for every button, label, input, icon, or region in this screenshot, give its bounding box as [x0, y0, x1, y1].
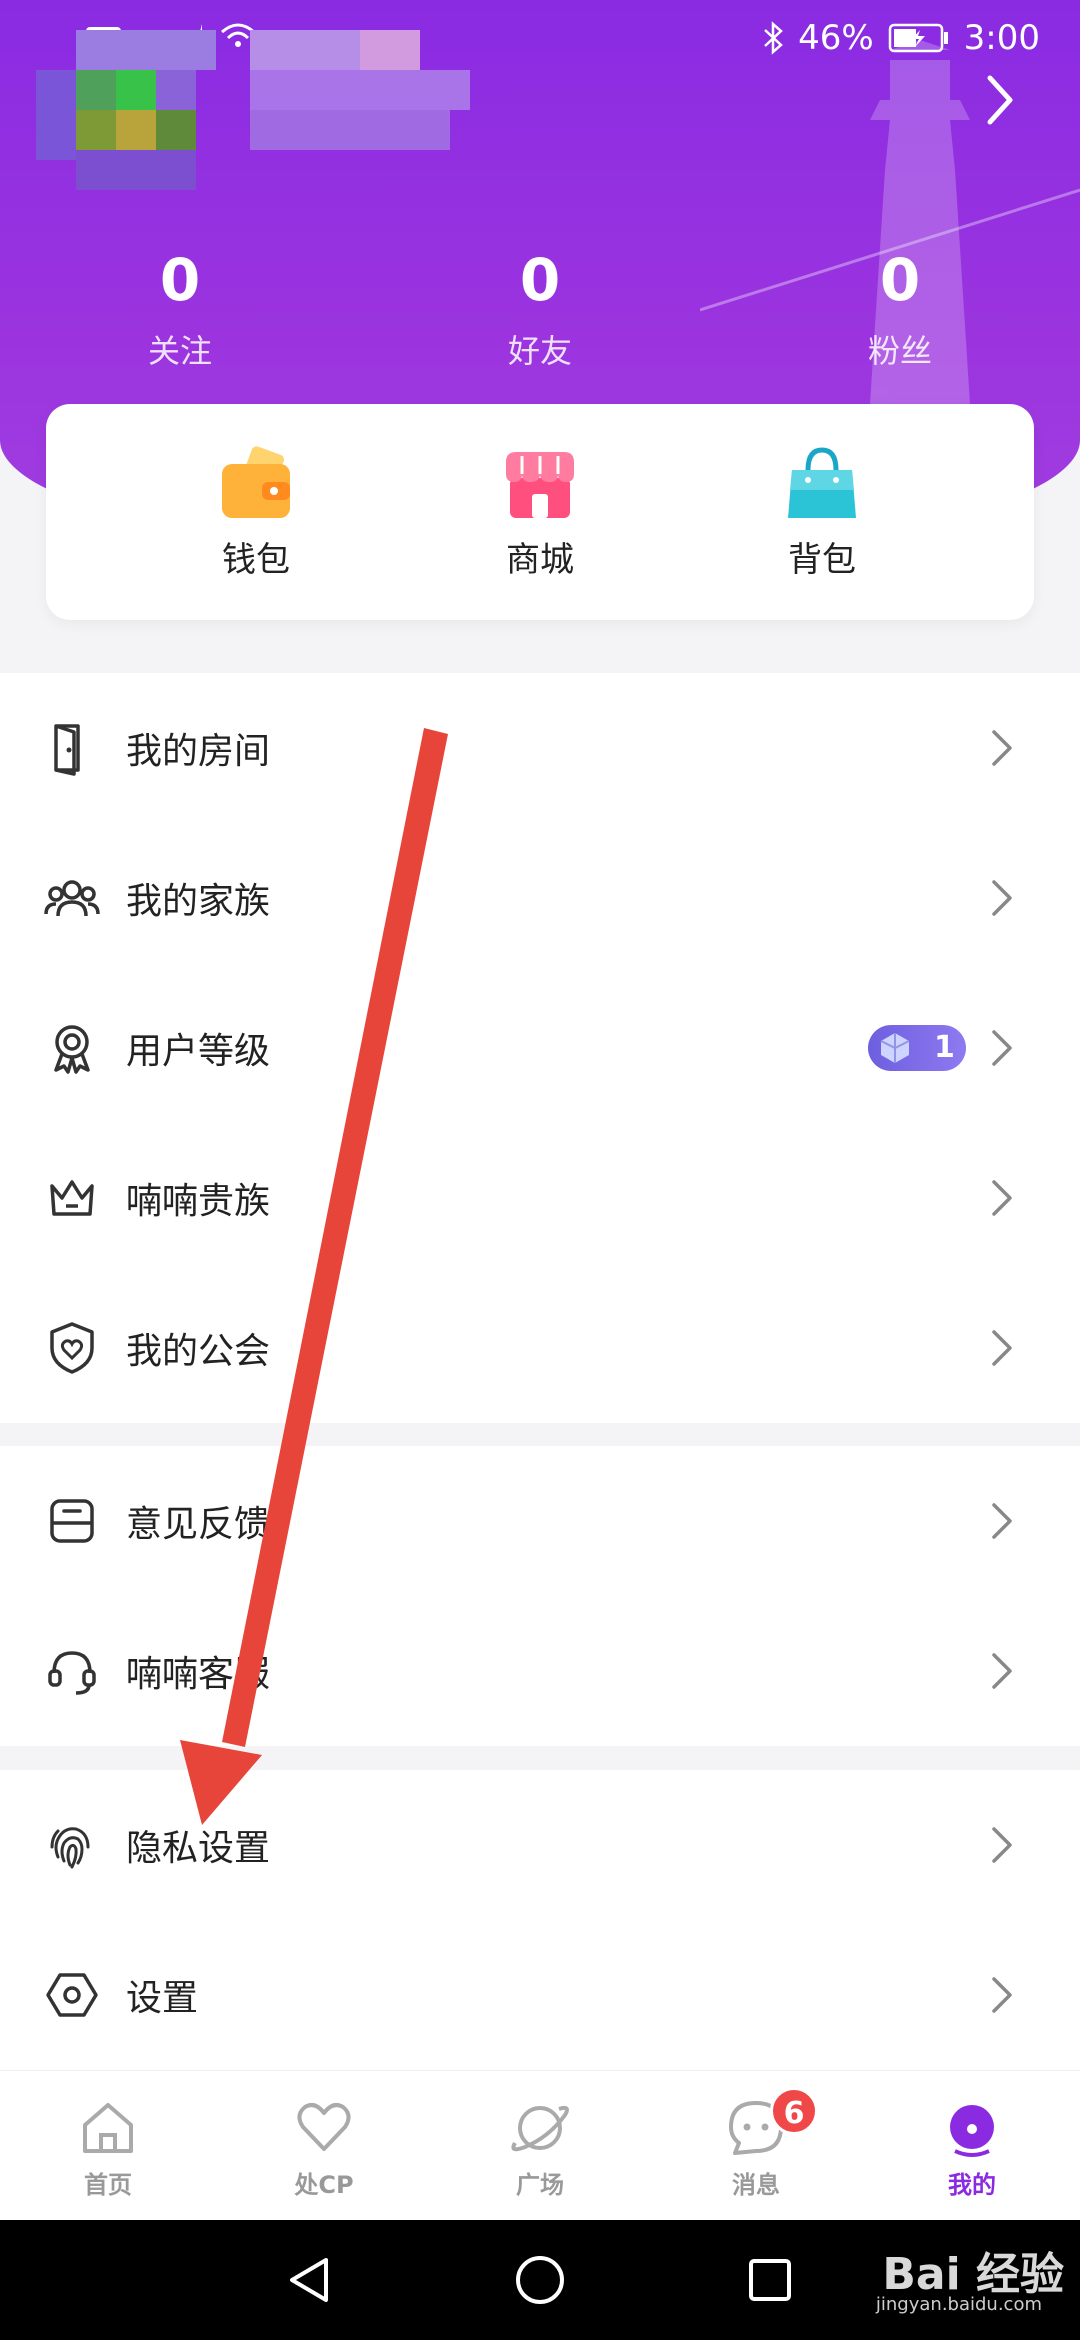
watermark-url: jingyan.baidu.com [875, 2294, 1042, 2315]
planet-icon [511, 2105, 569, 2152]
profile-icon [950, 2105, 994, 2157]
chevron-right-icon [992, 1977, 1012, 2013]
status-right: 46% 3:00 [762, 18, 1040, 58]
heart-icon [297, 2103, 351, 2151]
nav-mine[interactable]: 我的 [882, 2097, 1062, 2200]
chevron-right-icon [992, 1653, 1012, 1689]
quick-wallet-label: 钱包 [222, 540, 290, 580]
home-button-icon[interactable] [512, 2252, 568, 2308]
nav-messages-label: 消息 [732, 2171, 780, 2199]
gear-icon [46, 1973, 98, 2017]
level-badge: 1 [868, 1025, 966, 1071]
stat-friends-label: 好友 [507, 332, 572, 370]
stat-fans-label: 粉丝 [867, 332, 932, 370]
clock: 3:00 [963, 18, 1040, 58]
door-icon [54, 724, 80, 776]
nav-cp[interactable]: 处CP [234, 2097, 414, 2200]
menu-item-label: 我的公会 [126, 1331, 271, 1372]
menu-item-feedback[interactable]: 意见反馈 [0, 1446, 1080, 1596]
quick-shop[interactable]: 商城 [440, 444, 640, 581]
menu-item-my-family[interactable]: 我的家族 [0, 823, 1080, 973]
unread-badge: 6 [770, 2087, 818, 2135]
chevron-right-icon [992, 1503, 1012, 1539]
menu-item-label: 我的家族 [126, 881, 271, 922]
nav-messages[interactable]: 6 消息 [666, 2087, 846, 2200]
stat-following-value: 0 [159, 246, 201, 314]
nav-plaza[interactable]: 广场 [450, 2097, 630, 2200]
stat-fans-value: 0 [879, 246, 921, 314]
menu-item-settings[interactable]: 设置 [0, 1920, 1080, 2070]
quick-actions-card: 钱包 商城 背包 [46, 404, 1034, 620]
menu-item-label: 我的房间 [126, 731, 271, 772]
wallet-icon [222, 446, 290, 518]
chevron-right-icon [992, 880, 1012, 916]
quick-bag-label: 背包 [788, 540, 856, 580]
menu-item-privacy-settings[interactable]: 隐私设置 [0, 1770, 1080, 1920]
chevron-right-icon [992, 1330, 1012, 1366]
menu-item-my-room[interactable]: 我的房间 [0, 673, 1080, 823]
avatar[interactable] [36, 30, 216, 200]
menu-group-settings: 隐私设置 设置 [0, 1770, 1080, 2070]
menu-item-label: 设置 [126, 1978, 199, 2019]
stat-friends[interactable]: 0 好友 [420, 248, 660, 372]
nav-home-label: 首页 [84, 2171, 132, 2199]
fingerprint-icon [50, 1827, 90, 1869]
username-obscured [250, 30, 470, 180]
menu-item-label: 用户等级 [126, 1031, 271, 1072]
bottom-nav: 首页 处CP 广场 6 消息 我的 [0, 2070, 1080, 2221]
menu-group-support: 意见反馈 喃喃客服 [0, 1446, 1080, 1746]
quick-shop-label: 商城 [506, 540, 574, 580]
recents-icon[interactable] [742, 2252, 798, 2308]
shield-icon [50, 1322, 94, 1374]
back-icon[interactable] [282, 2252, 338, 2308]
family-icon [44, 880, 100, 917]
chevron-right-icon [992, 1030, 1012, 1066]
crown-icon [50, 1180, 94, 1216]
bag-icon [788, 447, 856, 518]
bluetooth-icon [764, 21, 783, 55]
gem-icon [880, 1033, 910, 1063]
nav-mine-label: 我的 [948, 2171, 996, 2199]
menu-group-main: 我的房间 我的家族 用户等级 1 喃喃贵族 我的公会 [0, 673, 1080, 1423]
battery-icon [888, 23, 948, 53]
menu-item-label: 喃喃贵族 [126, 1181, 271, 1222]
headset-icon [48, 1651, 96, 1695]
menu-item-nobility[interactable]: 喃喃贵族 [0, 1123, 1080, 1273]
badge-icon [54, 1025, 90, 1074]
stat-following-label: 关注 [147, 332, 212, 370]
menu-item-my-guild[interactable]: 我的公会 [0, 1273, 1080, 1423]
profile-chevron-icon[interactable] [980, 70, 1020, 130]
nav-cp-label: 处CP [294, 2171, 354, 2199]
chevron-right-icon [992, 730, 1012, 766]
quick-bag[interactable]: 背包 [722, 444, 922, 581]
system-navigation-bar: Bai 经验 jingyan.baidu.com [0, 2220, 1080, 2340]
stat-following[interactable]: 0 关注 [60, 248, 300, 372]
menu-item-label: 隐私设置 [126, 1828, 271, 1869]
menu-item-label: 意见反馈 [126, 1504, 271, 1545]
feedback-icon [50, 1499, 94, 1543]
battery-percent: 46% [798, 18, 874, 58]
chevron-right-icon [992, 1180, 1012, 1216]
stat-fans[interactable]: 0 粉丝 [780, 248, 1020, 372]
watermark-brand: Bai 经验 [882, 2249, 1064, 2300]
nav-home[interactable]: 首页 [18, 2097, 198, 2200]
home-icon [83, 2103, 133, 2153]
quick-wallet[interactable]: 钱包 [156, 444, 356, 581]
level-value: 1 [934, 1030, 955, 1065]
menu-item-customer-service[interactable]: 喃喃客服 [0, 1596, 1080, 1746]
menu-item-label: 喃喃客服 [126, 1654, 271, 1695]
menu-item-user-level[interactable]: 用户等级 1 [0, 973, 1080, 1123]
chevron-right-icon [992, 1827, 1012, 1863]
stat-friends-value: 0 [519, 246, 561, 314]
shop-icon [506, 452, 574, 518]
nav-plaza-label: 广场 [516, 2171, 564, 2199]
